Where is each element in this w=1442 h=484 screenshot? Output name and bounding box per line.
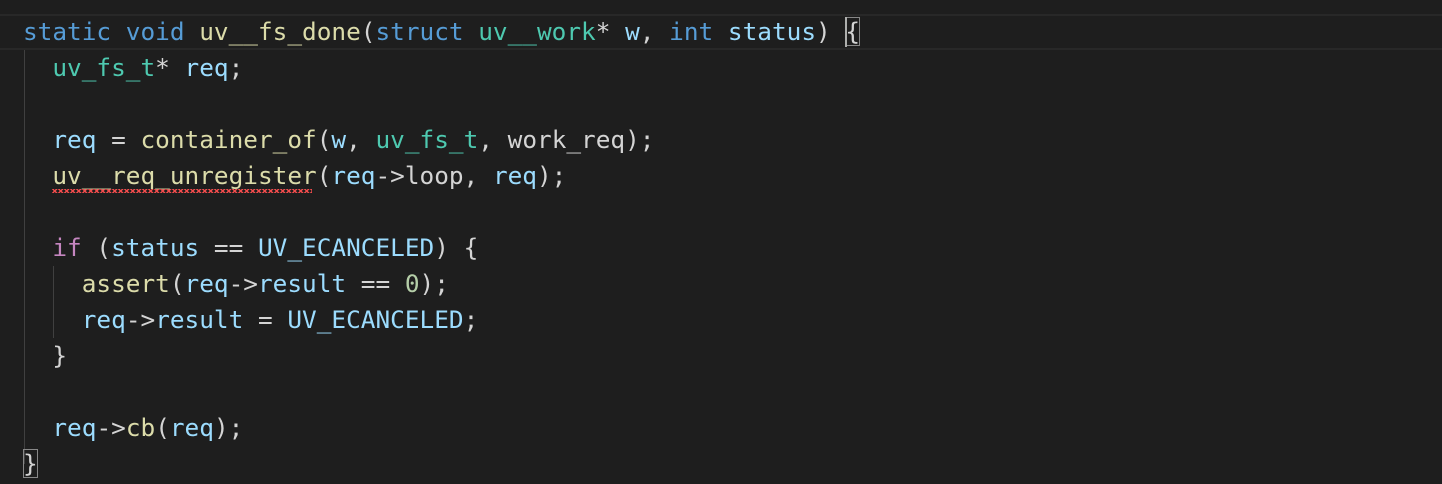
code-token: *: [155, 53, 185, 82]
code-token: );: [213, 413, 244, 442]
code-token: ): [816, 17, 846, 46]
code-editor[interactable]: static void uv__fs_done(struct uv__work*…: [0, 0, 1442, 484]
code-token: w: [625, 17, 640, 46]
code-line[interactable]: uv_fs_t* req;: [23, 50, 860, 86]
code-line[interactable]: [23, 86, 860, 122]
code-token: req: [331, 161, 376, 190]
code-token: req: [81, 305, 126, 334]
code-token: UV_ECANCELED: [257, 233, 435, 262]
code-token: (: [155, 413, 170, 442]
code-token: *: [595, 17, 626, 46]
code-token: );: [419, 269, 449, 298]
code-token: cb: [125, 413, 156, 442]
matched-bracket: {: [845, 17, 861, 46]
code-token: req: [169, 413, 214, 442]
code-token: }: [23, 341, 68, 370]
code-token: req: [52, 413, 97, 442]
code-token: =: [96, 125, 141, 154]
code-line[interactable]: [23, 374, 860, 410]
code-token: status: [111, 233, 200, 262]
code-line[interactable]: }: [23, 338, 860, 374]
code-token: ;: [463, 305, 479, 334]
code-token: ->: [125, 305, 156, 334]
code-token: uv_fs_t: [52, 53, 156, 82]
code-token: (: [81, 233, 112, 262]
code-token: req: [492, 161, 537, 190]
code-token: =: [243, 305, 288, 334]
code-token: ;: [228, 53, 244, 82]
code-line[interactable]: if (status == UV_ECANCELED) {: [23, 230, 860, 266]
code-token: , work_req);: [478, 125, 655, 154]
code-token: ->loop,: [375, 161, 493, 190]
code-token: req: [184, 269, 229, 298]
code-token: status: [727, 17, 817, 46]
code-token: req: [52, 125, 97, 154]
code-content[interactable]: static void uv__fs_done(struct uv__work*…: [23, 14, 861, 482]
code-token: assert: [81, 269, 170, 298]
matched-bracket: }: [23, 449, 38, 478]
code-token: ->: [96, 413, 126, 442]
code-token: ,: [639, 17, 670, 46]
code-token: w: [331, 125, 347, 154]
code-token: result: [257, 269, 347, 298]
code-token: (: [169, 269, 185, 298]
code-token: ) {: [434, 233, 479, 262]
code-token: uv__fs_done: [199, 17, 361, 46]
code-token: if: [52, 233, 82, 262]
code-line[interactable]: }: [23, 446, 860, 482]
code-token: req: [184, 53, 229, 82]
error-squiggle: [52, 189, 312, 193]
code-token: 0: [404, 269, 420, 298]
code-token: ->: [228, 269, 258, 298]
code-token: static: [23, 17, 112, 46]
code-token: (: [316, 125, 332, 154]
code-line[interactable]: req = container_of(w, uv_fs_t, work_req)…: [23, 122, 860, 158]
code-token: (: [316, 161, 332, 190]
code-token: UV_ECANCELED: [287, 305, 464, 334]
code-token: void: [125, 17, 185, 46]
code-token: ==: [346, 269, 405, 298]
code-line[interactable]: assert(req->result == 0);: [23, 266, 860, 302]
code-token: uv__work: [478, 17, 596, 46]
code-token: uv__req_unregister: [52, 161, 317, 190]
code-token: ,: [346, 125, 376, 154]
code-token: container_of: [140, 125, 317, 154]
code-token: );: [537, 161, 567, 190]
code-token: (: [360, 17, 376, 46]
text-cursor: [845, 17, 847, 47]
code-line[interactable]: req->result = UV_ECANCELED;: [23, 302, 860, 338]
code-line[interactable]: [23, 194, 860, 230]
code-token: result: [155, 305, 244, 334]
code-line[interactable]: static void uv__fs_done(struct uv__work*…: [23, 14, 861, 50]
code-token: uv_fs_t: [375, 125, 479, 154]
code-token: struct: [375, 17, 464, 46]
code-token: int: [669, 17, 714, 46]
code-line[interactable]: req->cb(req);: [23, 410, 860, 446]
code-token: ==: [199, 233, 258, 262]
